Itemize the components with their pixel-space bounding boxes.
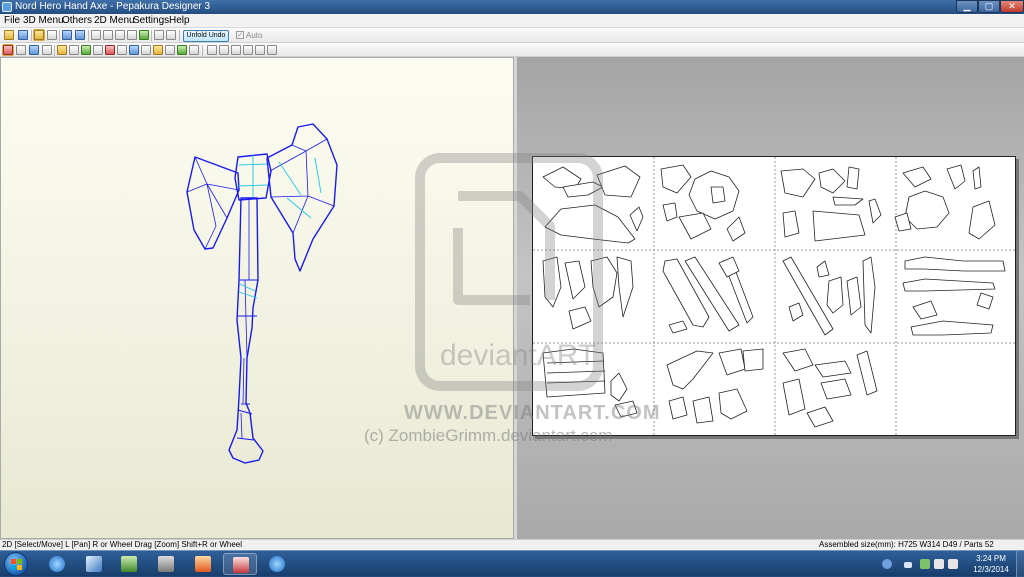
taskbar-app-ie[interactable] — [40, 553, 74, 575]
main-toolbar — [0, 28, 1024, 43]
status-bar: 2D [Select/Move] L [Pan] R or Wheel Drag… — [0, 539, 1024, 550]
ie-icon — [49, 556, 65, 572]
rotate-icon[interactable] — [115, 30, 125, 40]
grid-icon[interactable] — [42, 45, 52, 55]
watermark-credit: (c) ZombieGrimm.deviantart.com — [364, 426, 613, 445]
edge-id-icon[interactable] — [69, 45, 79, 55]
align-middle-icon[interactable] — [255, 45, 265, 55]
menu-file[interactable]: File — [4, 15, 20, 27]
toolbar-separator — [151, 30, 152, 41]
align-left-icon[interactable] — [207, 45, 217, 55]
auto-label: Auto — [246, 31, 263, 40]
menu-help[interactable]: Help — [169, 15, 190, 27]
clock[interactable]: 3:24 PM 12/3/2014 — [969, 553, 1013, 575]
unfold-icon[interactable] — [34, 30, 44, 40]
texture-view-icon[interactable] — [29, 45, 39, 55]
redo-icon[interactable] — [75, 30, 85, 40]
select-icon[interactable] — [3, 45, 13, 55]
windows-logo-icon — [11, 559, 22, 570]
unfolded-parts — [533, 157, 1017, 437]
taskbar: 3:24 PM 12/3/2014 — [0, 550, 1024, 577]
align-right-icon[interactable] — [231, 45, 241, 55]
move-icon[interactable] — [16, 45, 26, 55]
status-hint: 2D [Select/Move] L [Pan] R or Wheel Drag… — [2, 540, 243, 549]
align-top-icon[interactable] — [243, 45, 253, 55]
toolbar-separator — [31, 30, 32, 41]
ie-icon — [269, 556, 285, 572]
measure-icon[interactable] — [165, 45, 175, 55]
unfold-undo-button[interactable]: Unfold Undo — [183, 30, 229, 42]
device-icon[interactable] — [920, 559, 930, 569]
edit-toolbar — [0, 43, 1024, 57]
axe-3d-model — [186, 123, 338, 464]
minimize-button[interactable]: ▁ — [956, 0, 978, 13]
taskbar-app-image-editor[interactable] — [186, 553, 220, 575]
taskbar-app-pepakura[interactable] — [223, 553, 257, 575]
menu-settings[interactable]: Settings — [133, 15, 169, 27]
show-desktop-button[interactable] — [1016, 551, 1024, 577]
chevron-up-icon[interactable] — [904, 562, 912, 568]
2d-view[interactable] — [517, 57, 1024, 539]
folder-icon — [121, 556, 137, 572]
toolbar-separator — [179, 30, 180, 41]
undo-icon[interactable] — [62, 30, 72, 40]
taskbar-app-media[interactable] — [149, 553, 183, 575]
lock-icon[interactable] — [189, 45, 199, 55]
window-title: Nord Hero Hand Axe - Pepakura Designer 3 — [15, 1, 211, 12]
maximize-button[interactable]: ▢ — [978, 0, 1000, 13]
fold-line-icon[interactable] — [81, 45, 91, 55]
menu-3d[interactable]: 3D Menu — [23, 15, 64, 27]
help-icon[interactable] — [882, 559, 892, 569]
taskbar-app-ie-2[interactable] — [260, 553, 294, 575]
join-icon[interactable] — [105, 45, 115, 55]
watermark-url: WWW.DEVIANTART.COM — [404, 402, 661, 424]
cube-icon — [86, 556, 102, 572]
open-icon[interactable] — [4, 30, 14, 40]
menu-others[interactable]: Others — [62, 15, 92, 27]
pattern-sheet — [532, 156, 1017, 437]
toolbar-separator — [202, 45, 203, 56]
anchor-icon[interactable] — [127, 30, 137, 40]
edit-icon[interactable] — [91, 30, 101, 40]
split-view-icon[interactable] — [166, 30, 176, 40]
taskbar-app-sketchup[interactable] — [77, 553, 111, 575]
start-button[interactable] — [4, 552, 28, 576]
print-preview-icon[interactable] — [47, 30, 57, 40]
media-icon — [158, 556, 174, 572]
save-icon[interactable] — [18, 30, 28, 40]
toolbar-separator — [54, 45, 55, 56]
flap-icon[interactable] — [93, 45, 103, 55]
text-icon[interactable] — [141, 45, 151, 55]
image-editor-icon — [195, 556, 211, 572]
network-icon[interactable] — [934, 559, 944, 569]
toolbar-separator — [59, 30, 60, 41]
taskbar-app-explorer[interactable] — [112, 553, 146, 575]
app-icon — [2, 2, 12, 12]
clock-date: 12/3/2014 — [973, 565, 1009, 574]
check-icon[interactable] — [177, 45, 187, 55]
auto-checkbox[interactable]: ✓ — [236, 31, 244, 39]
clock-time: 3:24 PM — [976, 554, 1006, 563]
menu-bar: File 3D Menu Others 2D Menu Settings Hel… — [0, 14, 1024, 28]
image-icon[interactable] — [153, 45, 163, 55]
toolbar-separator — [88, 30, 89, 41]
status-info: Assembled size(mm): H725 W314 D49 / Part… — [819, 540, 994, 549]
align-center-icon[interactable] — [219, 45, 229, 55]
close-button[interactable]: ✕ — [1000, 0, 1024, 13]
texture-icon[interactable] — [103, 30, 113, 40]
tab-icon[interactable] — [57, 45, 67, 55]
rotate-part-icon[interactable] — [129, 45, 139, 55]
volume-icon[interactable] — [948, 559, 958, 569]
3d-view[interactable] — [0, 57, 514, 539]
single-view-icon[interactable] — [154, 30, 164, 40]
title-bar: Nord Hero Hand Axe - Pepakura Designer 3… — [0, 0, 1024, 14]
pepakura-icon — [233, 557, 249, 573]
flag-icon[interactable] — [139, 30, 149, 40]
pepakura-window: Nord Hero Hand Axe - Pepakura Designer 3… — [0, 0, 1024, 577]
align-bottom-icon[interactable] — [267, 45, 277, 55]
menu-2d[interactable]: 2D Menu — [94, 15, 135, 27]
split-icon[interactable] — [117, 45, 127, 55]
